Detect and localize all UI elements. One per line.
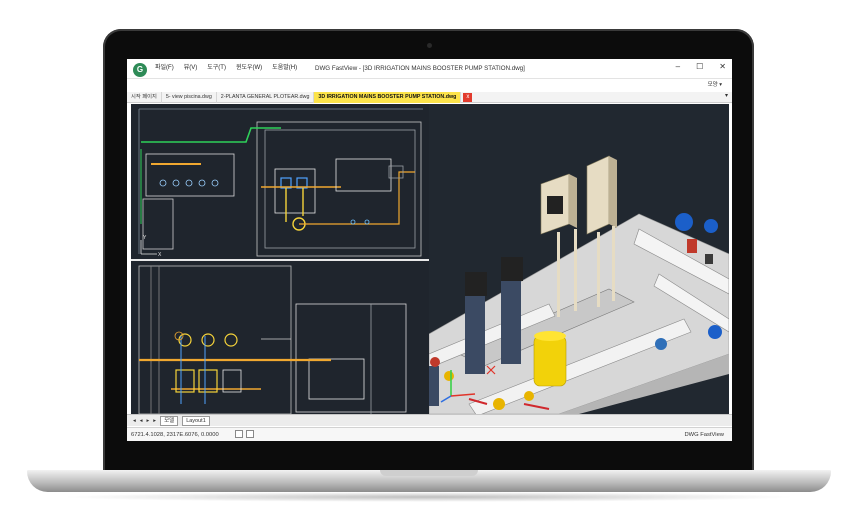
status-toggles — [235, 430, 254, 438]
coordinate-readout: 6721.4.1028, 2317E.6076, 0.0000 — [131, 432, 219, 438]
plan-frame-outer — [256, 121, 422, 257]
ortho-toggle-icon[interactable] — [246, 430, 254, 438]
window-controls: – ☐ ✕ — [676, 62, 726, 71]
style-dropdown[interactable]: 모양 ▾ — [708, 80, 722, 88]
close-button[interactable]: ✕ — [719, 62, 726, 71]
minimize-button[interactable]: – — [676, 62, 680, 71]
status-bar: 6721.4.1028, 2317E.6076, 0.0000 DWG Fast… — [127, 427, 732, 441]
viewport-divider — [131, 259, 429, 261]
tab-layout1[interactable]: Layout1 — [182, 415, 210, 426]
tab-planta-general[interactable]: 2-PLANTA GENERAL PLOTEAR.dwg — [217, 91, 315, 103]
document-tabs: 시작 페이지 5- view piscina.dwg 2-PLANTA GENE… — [127, 91, 732, 103]
edge-markers — [486, 365, 496, 375]
pump-skid-outline — [145, 153, 235, 197]
tab-start-page[interactable]: 시작 페이지 — [127, 91, 162, 103]
svg-text:Y: Y — [143, 235, 147, 241]
layout-nav-prev[interactable]: ◂ — [140, 418, 143, 424]
menu-help[interactable]: 도움말(H) — [272, 62, 297, 71]
tab-irrigation-pump-station[interactable]: 3D IRRIGATION MAINS BOOSTER PUMP STATION… — [314, 91, 462, 103]
cad-3d-viewport[interactable] — [429, 104, 729, 414]
layout-nav-first[interactable]: ◂ — [133, 418, 136, 424]
layout-nav-next[interactable]: ▸ — [147, 418, 150, 424]
status-app-name: DWG FastView — [684, 432, 724, 438]
laptop-mockup: G 파일(F) 뷰(V) 도구(T) 윈도우(W) 도움말(H) DWG Fas… — [0, 0, 858, 523]
menu-tools[interactable]: 도구(T) — [207, 62, 226, 71]
tabs-dropdown-icon[interactable]: ▾ — [725, 92, 728, 99]
laptop-notch — [380, 470, 478, 476]
tab-close-icon[interactable]: x — [463, 92, 473, 102]
menu-view[interactable]: 뷰(V) — [184, 62, 198, 71]
laptop-shadow — [60, 492, 798, 502]
menu-file[interactable]: 파일(F) — [155, 62, 174, 71]
snap-toggle-icon[interactable] — [235, 430, 243, 438]
menu-window[interactable]: 윈도우(W) — [236, 62, 262, 71]
tab-view-piscina[interactable]: 5- view piscina.dwg — [162, 91, 217, 103]
title-bar: G 파일(F) 뷰(V) 도구(T) 윈도우(W) 도움말(H) DWG Fas… — [127, 59, 732, 79]
dwg-fastview-logo-icon[interactable]: G — [133, 63, 147, 77]
app-window: G 파일(F) 뷰(V) 도구(T) 윈도우(W) 도움말(H) DWG Fas… — [127, 59, 732, 441]
tab-model[interactable]: 모델 — [160, 415, 179, 426]
plan-frame-inner — [264, 129, 416, 249]
maximize-button[interactable]: ☐ — [696, 62, 703, 71]
menu-bar: 파일(F) 뷰(V) 도구(T) 윈도우(W) 도움말(H) — [155, 62, 297, 71]
layout-bar: ◂ ◂ ▸ ▸ 모델 Layout1 — [127, 414, 732, 426]
window-title: DWG FastView - [3D IRRIGATION MAINS BOOS… — [315, 65, 525, 72]
webcam — [427, 43, 432, 48]
layout-nav-last[interactable]: ▸ — [153, 418, 156, 424]
svg-text:X: X — [158, 252, 162, 258]
